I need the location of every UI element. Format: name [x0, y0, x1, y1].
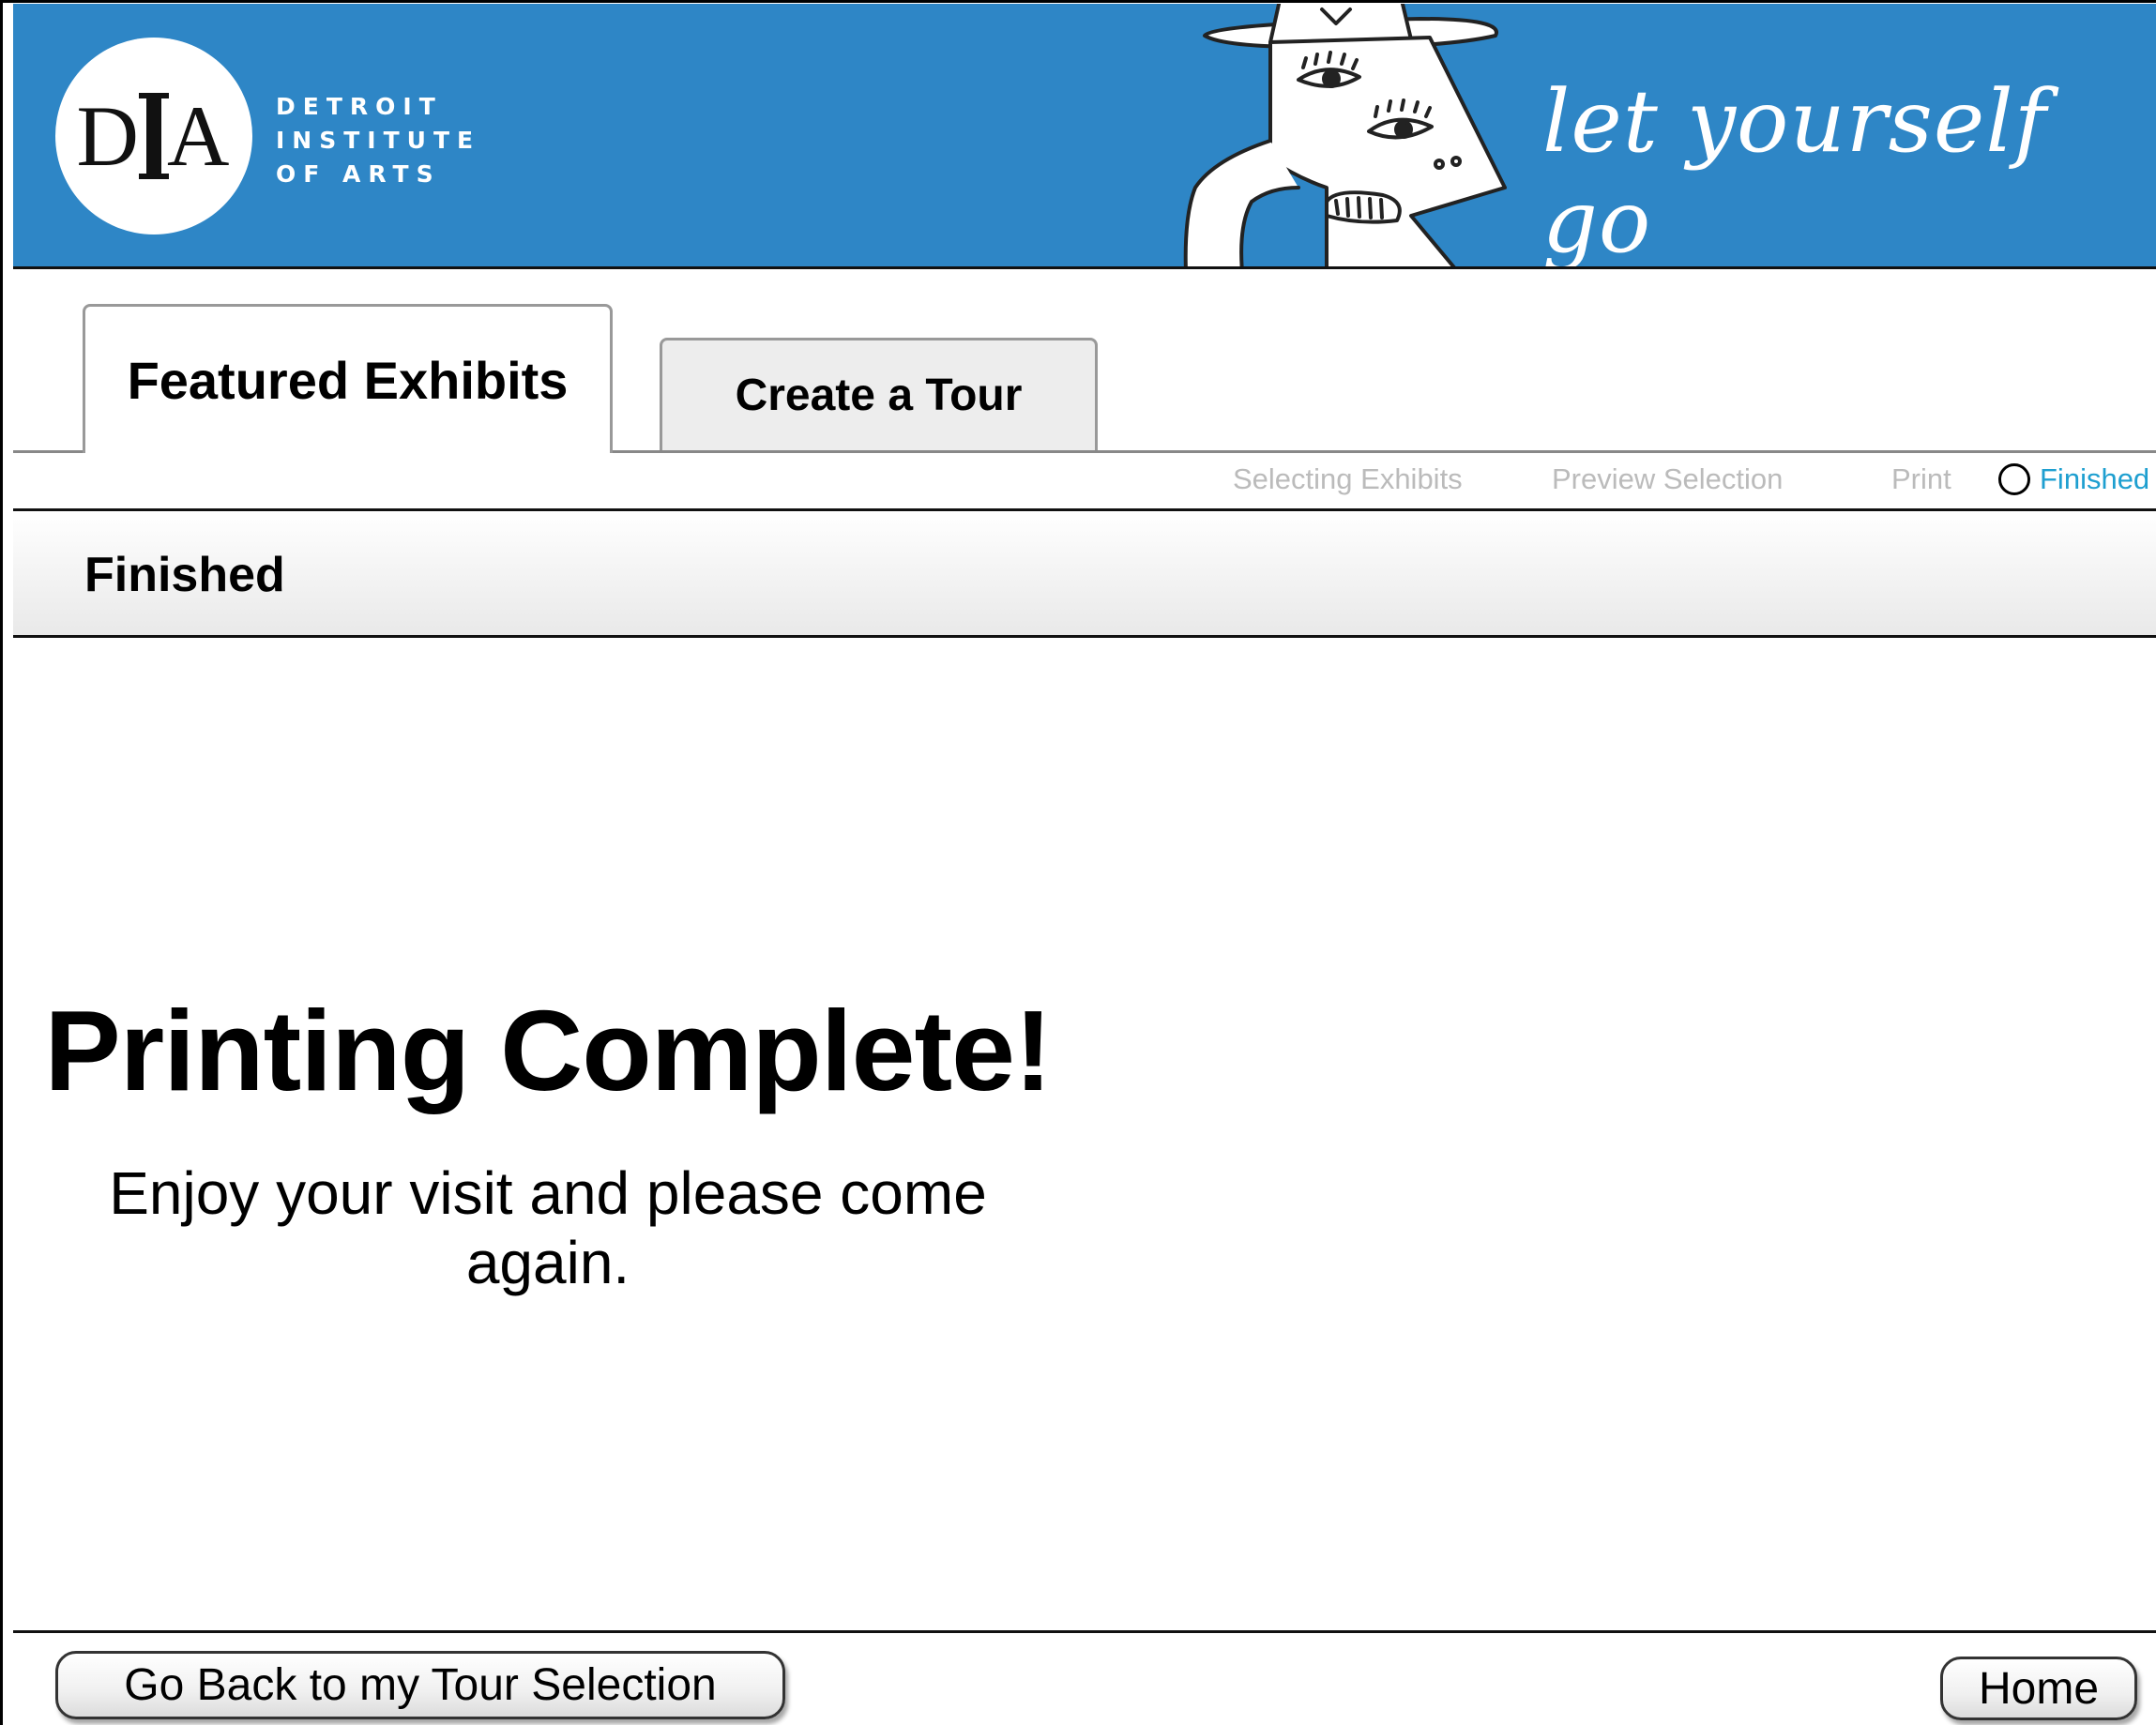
header-banner: DA DETROIT INSTITUTE OF ARTS let yoursel…: [13, 4, 2156, 269]
logo-line-2: INSTITUTE: [276, 127, 481, 154]
step-selecting-exhibits: Selecting Exhibits: [1233, 462, 1463, 495]
face-with-hat-illustration: [1183, 4, 1507, 266]
section-title: Finished: [84, 548, 285, 602]
step-preview-selection: Preview Selection: [1552, 462, 1784, 495]
section-header: Finished: [13, 511, 2156, 638]
tagline: let yourself go: [1542, 71, 2047, 269]
home-button[interactable]: Home: [1940, 1657, 2137, 1720]
message-text: Enjoy your visit and please come again.: [109, 1159, 987, 1296]
logo-line-1: DETROIT: [276, 93, 443, 120]
thank-you-message: Enjoy your visit and please come again.: [13, 1158, 2143, 1297]
tab-featured-exhibits[interactable]: Featured Exhibits: [83, 304, 613, 453]
logo-line-3: OF ARTS: [276, 160, 441, 188]
current-step-indicator-icon: [1998, 463, 2030, 495]
logo-letter-a: A: [167, 88, 232, 184]
progress-steps: Selecting Exhibits Preview Selection Pri…: [13, 453, 2156, 511]
main-content: Printing Complete! Enjoy your visit and …: [13, 638, 2156, 1630]
dia-logo[interactable]: DA: [55, 38, 252, 235]
tab-create-a-tour[interactable]: Create a Tour: [660, 338, 1098, 450]
tab-bar: Featured Exhibits Create a Tour: [13, 269, 2156, 453]
logo-mark: DA: [55, 38, 252, 235]
step-finished: Finished: [1998, 462, 2149, 496]
back-to-tour-selection-button[interactable]: Go Back to my Tour Selection: [55, 1651, 785, 1719]
step-print: Print: [1891, 462, 1951, 495]
logo-column-icon: [139, 93, 169, 179]
footer-bar: Go Back to my Tour Selection Home: [13, 1630, 2156, 1725]
printing-complete-heading: Printing Complete!: [13, 985, 2143, 1116]
logo-letter-d: D: [76, 88, 141, 184]
headline-text: Printing Complete!: [44, 987, 1052, 1114]
step-finished-label: Finished: [2040, 462, 2150, 495]
logo-wordmark: DETROIT INSTITUTE OF ARTS: [276, 90, 480, 191]
